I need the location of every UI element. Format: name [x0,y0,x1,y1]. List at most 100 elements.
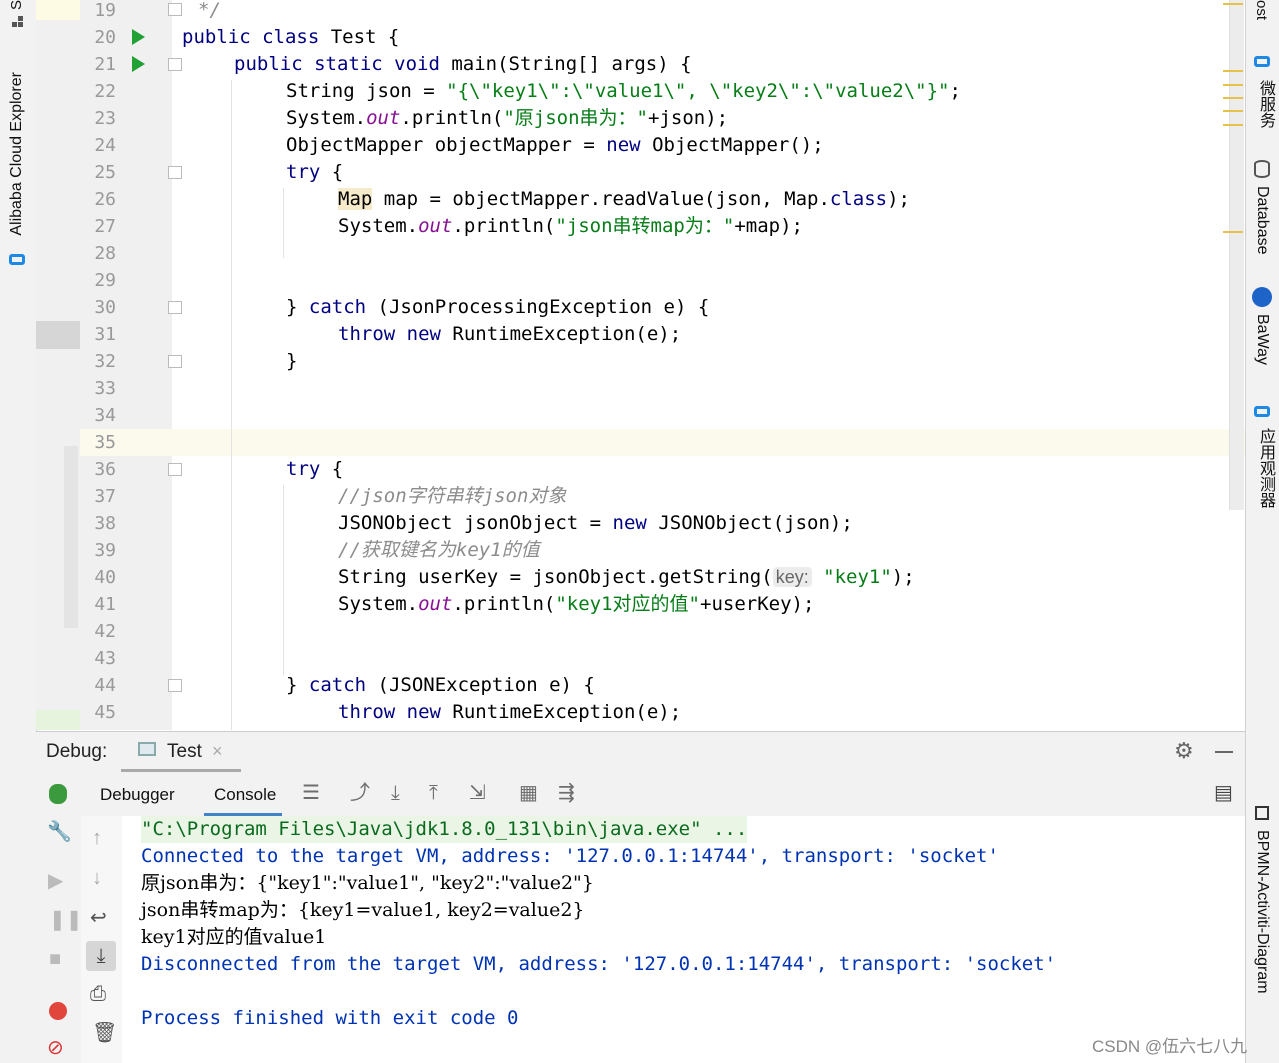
globe-icon [1252,287,1272,307]
evaluate-expression-icon[interactable]: ▦ [519,783,538,803]
gutter-marker [64,446,78,628]
code-line-19: */ [198,0,221,21]
print-icon[interactable]: ⎙ [90,984,106,1004]
code-line-38: JSONObject jsonObject = new JSONObject(j… [338,510,853,537]
step-out-icon[interactable]: ⤒ [429,783,438,803]
console-line-output: key1对应的值value1 [141,926,327,948]
gutter-marker [36,710,80,730]
debug-tab-test[interactable]: Test × [121,732,241,772]
code-token: new [612,512,647,534]
line-number: 37 [94,486,116,507]
code-token: { [320,161,344,183]
line-number: 42 [94,621,116,642]
error-stripe-marker[interactable] [1223,124,1243,126]
code-token: "key1对应的值" [555,593,700,615]
left-strip-grid-icon[interactable] [12,16,24,28]
code-token: ); [891,566,915,588]
console-line-command: "C:\Program Files\Java\jdk1.8.0_131\bin\… [141,816,748,843]
menu-icon[interactable]: ☰ [302,783,320,803]
line-number: 25 [94,162,116,183]
right-tool-bpmn[interactable]: BPMN-Activiti-Diagram [1253,830,1271,994]
console-output[interactable]: "C:\Program Files\Java\jdk1.8.0_131\bin\… [122,816,1247,1063]
code-line-37: //json字符串转json对象 [338,485,567,507]
editor-scrollbar[interactable] [1229,0,1244,510]
gutter-marker [36,0,80,20]
console-line-exit: Process finished with exit code 0 [141,1007,519,1029]
right-tool-app-observer[interactable]: 应用观测器 [1253,428,1277,508]
indent-guide [283,188,284,258]
fold-marker-icon[interactable] [168,166,182,179]
code-line-40: String userKey = jsonObject.getString(ke… [338,564,915,591]
step-over-icon[interactable]: ⤓ [391,783,400,803]
bpmn-icon [1255,806,1269,820]
line-number: 20 [94,27,116,48]
line-number: 34 [94,405,116,426]
fold-marker-icon[interactable] [168,3,182,16]
right-tool-microservice[interactable]: 微服务 [1253,80,1277,128]
line-number: 31 [94,324,116,345]
code-token: Map [338,188,373,210]
close-tab-icon[interactable]: × [212,741,223,762]
code-token: public class [182,26,320,48]
alibaba-cloud-icon [9,254,25,265]
code-token: out [418,215,453,237]
wrench-icon[interactable]: 🔧 [47,822,72,842]
up-arrow-icon[interactable]: ↑ [92,828,102,848]
fold-marker-icon[interactable] [168,355,182,368]
pause-icon[interactable]: ❚❚ [49,910,83,930]
trace-icon[interactable]: ⇶ [558,783,575,803]
right-tool-database[interactable]: Database [1253,186,1271,255]
debug-tab-label: Test [167,741,202,762]
error-stripe-marker[interactable] [1223,3,1243,5]
resume-icon[interactable]: ▶ [48,871,63,891]
line-number: 27 [94,216,116,237]
mute-breakpoints-icon[interactable]: ⊘ [47,1038,64,1058]
code-token: "json串转map为：" [555,215,735,237]
minimize-icon[interactable] [1215,751,1233,753]
right-tool-ost[interactable]: ost [1253,0,1270,20]
code-line-23: System.out.println("原json串为："+json); [286,105,728,132]
fold-marker-icon[interactable] [168,58,182,71]
left-strip-cut-label: S [8,0,25,11]
stop-icon[interactable]: ■ [49,949,61,969]
run-main-icon[interactable] [132,56,145,72]
line-number: 39 [94,540,116,561]
soft-wrap-icon[interactable]: ↩ [90,908,107,928]
run-class-icon[interactable] [132,29,145,45]
right-tool-strip: ost 微服务 Database BaWay 应用观测器 BPMN-Activi… [1245,0,1279,1063]
error-stripe-marker[interactable] [1223,70,1243,72]
down-arrow-icon[interactable]: ↓ [92,868,102,888]
code-editor[interactable]: 19 20 21 22 23 24 25 26 27 28 29 30 31 32 33 34 35 36 37 38… [36,0,1245,730]
line-number: 38 [94,513,116,534]
error-stripe-marker[interactable] [1223,97,1243,99]
line-number: 26 [94,189,116,210]
tab-debugger[interactable]: Debugger [100,785,175,805]
run-to-cursor-icon[interactable]: ⇲ [469,783,486,803]
fold-marker-icon[interactable] [168,679,182,692]
scroll-to-end-icon[interactable]: ⤓ [86,941,116,971]
error-stripe-marker[interactable] [1223,110,1243,112]
alibaba-cloud-explorer-tab[interactable]: Alibaba Cloud Explorer [8,72,26,236]
code-line-22: String json = "{\"key1\":\"value1\", \"k… [286,78,961,105]
cloud-icon [1254,406,1270,417]
code-token: ObjectMapper objectMapper = [286,134,607,156]
code-token: } [286,296,309,318]
gear-icon[interactable]: ⚙ [1174,738,1194,764]
layout-icon[interactable]: ▤ [1214,783,1233,803]
fold-marker-icon[interactable] [168,463,182,476]
trash-icon[interactable]: 🗑 [92,1023,117,1043]
right-tool-baway[interactable]: BaWay [1253,314,1271,365]
tab-console[interactable]: Console [204,772,282,816]
line-number: 23 [94,108,116,129]
code-token: catch [308,674,367,696]
line-number: 40 [94,567,116,588]
line-number: 43 [94,648,116,669]
line-number: 41 [94,594,116,615]
error-stripe-marker[interactable] [1223,231,1243,233]
error-stripe-marker[interactable] [1223,84,1243,86]
fold-marker-icon[interactable] [168,301,182,314]
console-line-connected: Connected to the target VM, address: '12… [141,845,999,867]
view-breakpoints-icon[interactable] [49,1002,67,1020]
code-token: ; [949,80,961,102]
show-execution-point-icon[interactable]: ⤴ [350,783,370,803]
